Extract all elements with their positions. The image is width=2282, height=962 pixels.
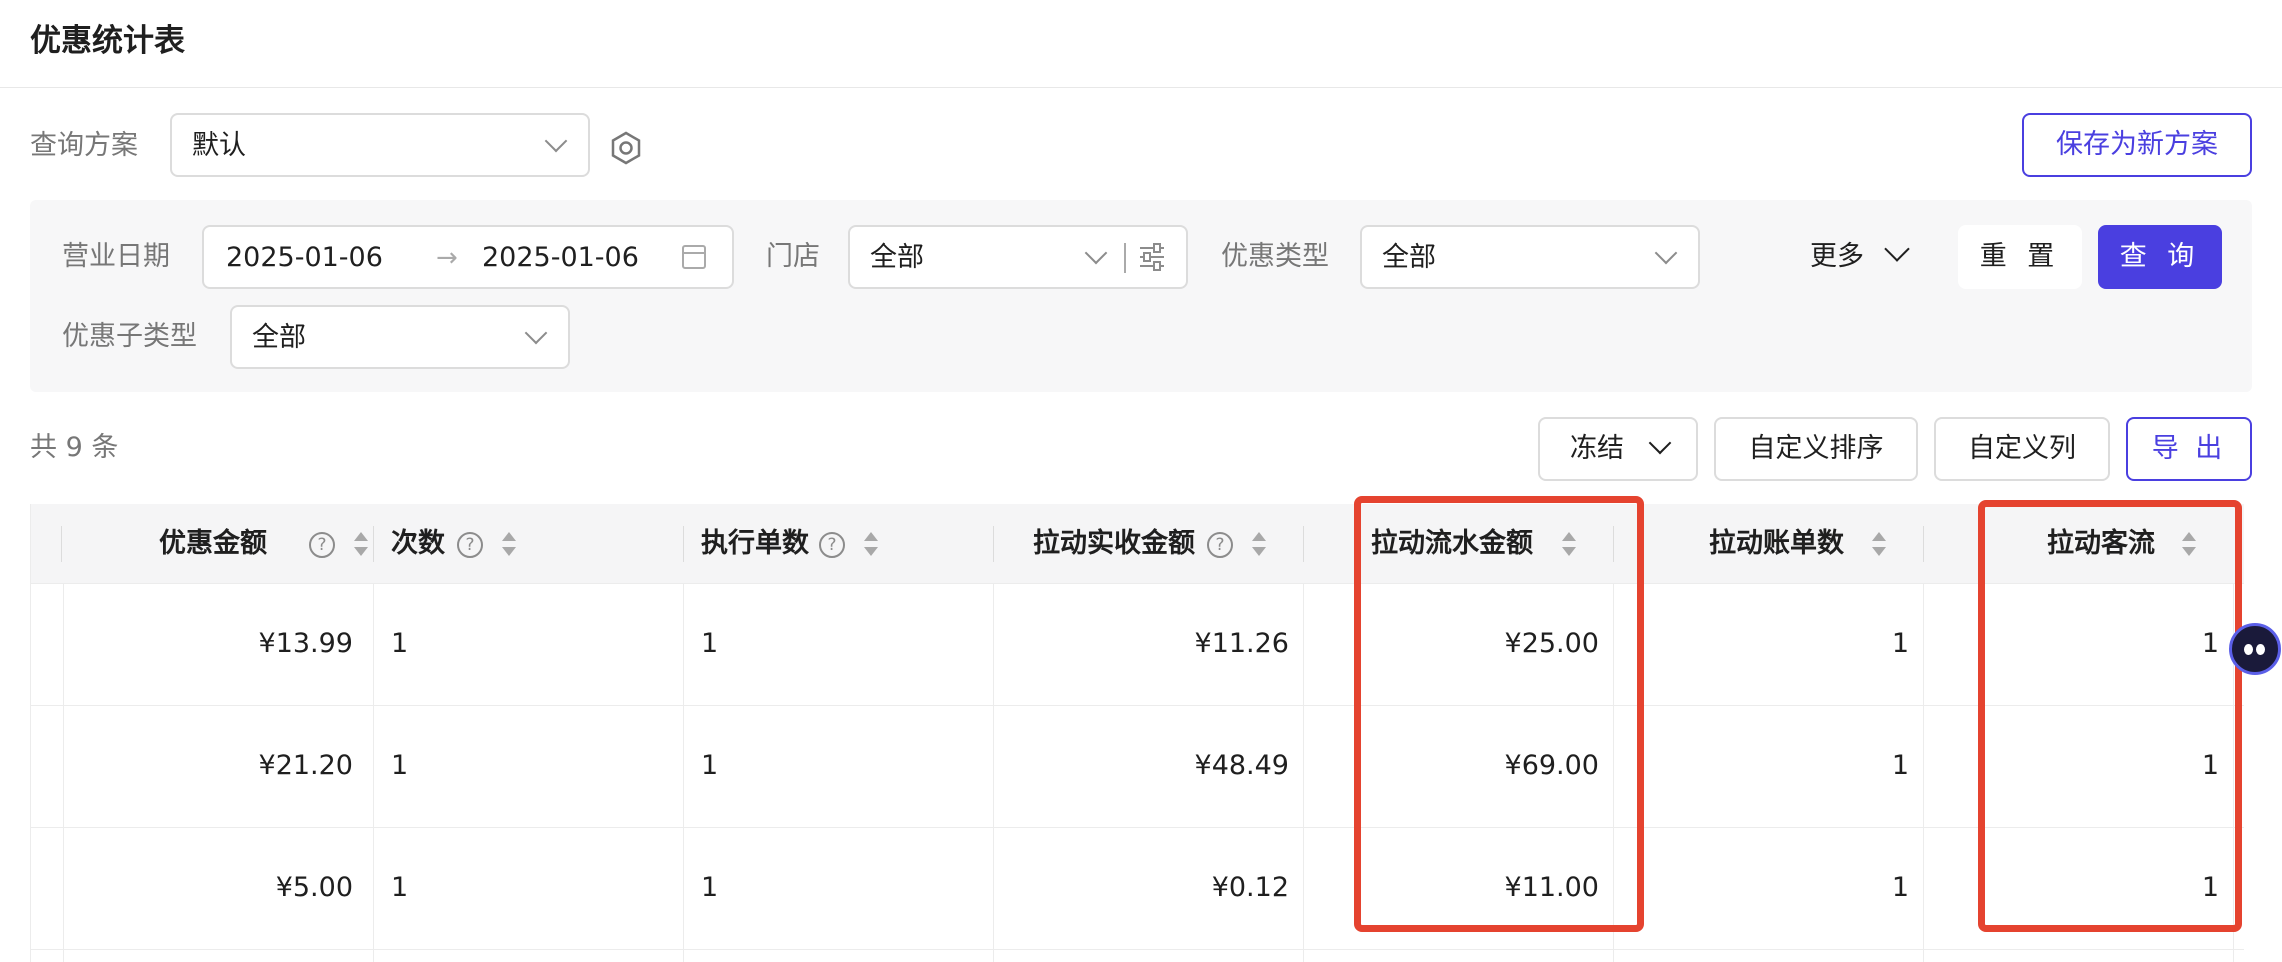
discount-subtype-select-value: 全部 (252, 322, 306, 353)
column-header-label: 拉动账单数 (1709, 528, 1844, 559)
custom-sort-button[interactable]: 自定义排序 (1714, 417, 1918, 481)
sort-icon[interactable] (863, 530, 879, 560)
chevron-down-icon (524, 321, 548, 345)
reset-button[interactable]: 重 置 (1958, 225, 2082, 289)
store-select-value: 全部 (870, 242, 924, 273)
discount-subtype-label: 优惠子类型 (62, 321, 197, 352)
discount-subtype-select[interactable]: 全部 (230, 305, 570, 369)
cell-driven-turnover-amount: ¥11.00 (1504, 872, 1599, 903)
custom-columns-button[interactable]: 自定义列 (1934, 417, 2110, 481)
cell-driven-received-amount: ¥48.49 (1194, 750, 1289, 781)
query-button[interactable]: 查 询 (2098, 225, 2222, 289)
assistant-avatar-icon[interactable] (2229, 623, 2281, 675)
table-row[interactable]: ¥5.00 1 1 ¥0.12 ¥11.00 1 1 (31, 828, 2244, 950)
column-header-driven-turnover-amount[interactable]: 拉动流水金额 (1303, 504, 1613, 584)
chevron-down-icon (544, 129, 568, 153)
sort-icon[interactable] (2181, 530, 2197, 560)
cell-driven-bill-count: 1 (1891, 750, 1909, 781)
cell-executed-orders: 1 (701, 750, 719, 781)
date-end[interactable]: 2025-01-06 (482, 238, 639, 278)
cell-count: 1 (391, 628, 409, 659)
cell-driven-customer-flow: 1 (2201, 872, 2219, 903)
cell-discount-amount: ¥21.20 (258, 750, 353, 781)
table-row[interactable]: ¥21.20 1 1 ¥48.49 ¥69.00 1 1 (31, 706, 2244, 828)
help-circle-icon[interactable]: ? (819, 532, 845, 558)
sort-icon[interactable] (353, 530, 369, 560)
cell-count: 1 (391, 872, 409, 903)
date-start[interactable]: 2025-01-06 (226, 238, 383, 278)
cell-driven-customer-flow: 1 (2201, 750, 2219, 781)
business-date-range-picker[interactable]: 2025-01-06 → 2025-01-06 (202, 225, 734, 289)
chevron-down-icon (1084, 241, 1108, 265)
save-new-scheme-button[interactable]: 保存为新方案 (2022, 113, 2252, 177)
page-title: 优惠统计表 (30, 23, 185, 59)
scheme-select[interactable]: 默认 (170, 113, 590, 177)
column-header-label: 拉动客流 (2047, 528, 2155, 559)
table-row[interactable]: ¥13.99 1 1 ¥11.26 ¥25.00 1 1 (31, 584, 2244, 706)
assistant-eye (2244, 644, 2253, 655)
column-header-executed-orders[interactable]: 执行单数 ? (683, 504, 993, 584)
cell-count: 1 (391, 750, 409, 781)
chevron-down-icon (1654, 241, 1678, 265)
discount-type-select[interactable]: 全部 (1360, 225, 1700, 289)
cell-driven-turnover-amount: ¥69.00 (1504, 750, 1599, 781)
column-header-discount-amount[interactable]: 优惠金额 ? (63, 504, 373, 584)
column-header-label: 拉动实收金额 (1033, 528, 1195, 559)
help-circle-icon[interactable]: ? (1207, 532, 1233, 558)
chevron-down-icon (1648, 431, 1672, 455)
cell-driven-turnover-amount: ¥25.00 (1504, 628, 1599, 659)
assistant-eye (2256, 644, 2265, 655)
sort-icon[interactable] (1251, 530, 1267, 560)
sort-icon[interactable] (1871, 530, 1887, 560)
cell-discount-amount: ¥13.99 (258, 628, 353, 659)
calendar-icon (682, 245, 706, 269)
discount-stats-table: 优惠金额 ? 次数 ? 执行单数 ? 拉动实收金额 ? 拉动流水金额 拉动账单数… (30, 504, 2244, 962)
title-bar: 优惠统计表 (0, 0, 2282, 88)
cell-driven-customer-flow: 1 (2201, 628, 2219, 659)
cell-driven-bill-count: 1 (1891, 872, 1909, 903)
column-header-count[interactable]: 次数 ? (373, 504, 683, 584)
settings-hex-icon[interactable] (608, 130, 644, 166)
help-circle-icon[interactable]: ? (457, 532, 483, 558)
table-header: 优惠金额 ? 次数 ? 执行单数 ? 拉动实收金额 ? 拉动流水金额 拉动账单数… (31, 504, 2244, 584)
column-header-label: 拉动流水金额 (1371, 528, 1533, 559)
column-header-label: 次数 (391, 528, 445, 559)
sliders-icon[interactable] (1138, 242, 1166, 272)
scheme-label: 查询方案 (30, 130, 138, 161)
cell-executed-orders: 1 (701, 872, 719, 903)
cell-discount-amount: ¥5.00 (275, 872, 353, 903)
business-date-label: 营业日期 (62, 241, 170, 272)
store-select[interactable]: 全部 (848, 225, 1188, 289)
export-button[interactable]: 导 出 (2126, 417, 2252, 481)
cell-driven-received-amount: ¥11.26 (1194, 628, 1289, 659)
discount-type-select-value: 全部 (1382, 242, 1436, 273)
more-filters-toggle[interactable]: 更多 (1810, 237, 1864, 277)
record-count: 共 9 条 (30, 432, 119, 463)
store-label: 门店 (766, 241, 820, 272)
column-header-label: 执行单数 (701, 528, 809, 559)
column-header-driven-customer-flow[interactable]: 拉动客流 (1923, 504, 2233, 584)
cell-driven-received-amount: ¥0.12 (1211, 872, 1289, 903)
date-range-arrow: → (436, 243, 458, 273)
sort-icon[interactable] (501, 530, 517, 560)
freeze-button[interactable]: 冻结 (1538, 417, 1698, 481)
cell-executed-orders: 1 (701, 628, 719, 659)
discount-type-label: 优惠类型 (1221, 241, 1329, 272)
store-select-divider (1124, 243, 1126, 273)
column-divider (61, 526, 62, 562)
scheme-select-value: 默认 (192, 130, 246, 161)
sort-icon[interactable] (1561, 530, 1577, 560)
cell-driven-bill-count: 1 (1891, 628, 1909, 659)
column-header-label: 优惠金额 (159, 528, 267, 559)
freeze-button-label: 冻结 (1570, 433, 1624, 464)
column-header-driven-received-amount[interactable]: 拉动实收金额 ? (993, 504, 1303, 584)
help-circle-icon[interactable]: ? (309, 532, 335, 558)
column-header-driven-bill-count[interactable]: 拉动账单数 (1613, 504, 1923, 584)
